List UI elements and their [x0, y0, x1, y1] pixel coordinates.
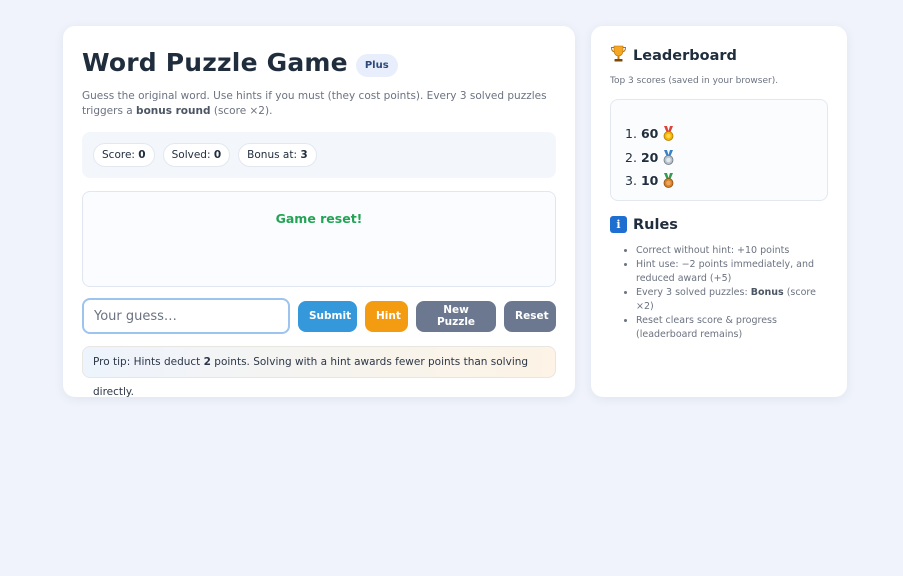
pro-tip: Pro tip: Hints deduct 2 points. Solving …: [82, 346, 556, 398]
entry-rank: 1.: [625, 126, 637, 141]
description-suffix: (score ×2).: [213, 105, 273, 117]
entry-rank: 3.: [625, 173, 637, 188]
rule-item: Every 3 solved puzzles: Bonus (score ×2): [636, 286, 828, 314]
leaderboard-entry: 2. 20: [625, 146, 675, 170]
stats-bar: Score: 0 Solved: 0 Bonus at: 3: [82, 132, 556, 178]
controls-row: Submit Hint New Puzzle Reset: [82, 298, 556, 334]
title-row: Word Puzzle Game Plus: [82, 48, 398, 77]
solved-value: 0: [213, 149, 222, 161]
plus-badge: Plus: [355, 54, 398, 77]
entry-score: 60: [640, 126, 659, 141]
submit-button[interactable]: Submit: [298, 300, 357, 332]
game-card: Word Puzzle Game Plus Guess the original…: [63, 26, 575, 398]
rule-item: Correct without hint: +10 points: [636, 244, 828, 258]
new-puzzle-button[interactable]: New Puzzle: [416, 300, 496, 332]
status-message: Game reset!: [275, 211, 363, 226]
leaderboard-entry: 1. 60: [625, 122, 675, 146]
bronze-medal-icon: [662, 173, 675, 189]
tip-prefix: Pro tip: Hints deduct: [93, 356, 201, 368]
rule-prefix: Every 3 solved puzzles:: [636, 287, 748, 298]
rules-title: Rules: [633, 216, 678, 233]
puzzle-area: Game reset!: [82, 191, 556, 287]
score-pill: Score: 0: [93, 143, 155, 167]
leaderboard-subtitle: Top 3 scores (saved in your browser).: [610, 76, 779, 86]
silver-medal-icon: [662, 149, 675, 165]
tip-bold: 2: [203, 356, 211, 368]
gold-medal-icon: [662, 126, 675, 142]
solved-pill: Solved: 0: [162, 143, 231, 167]
rule-bold: Bonus: [750, 287, 784, 298]
bonus-label: Bonus at:: [247, 149, 297, 161]
bonus-value: 3: [300, 149, 308, 161]
leaderboard-header: Leaderboard: [610, 45, 737, 66]
rule-item: Reset clears score & progress (leaderboa…: [636, 314, 828, 342]
leaderboard-box: 1. 60 2. 20 3. 10: [610, 99, 828, 201]
page-title: Word Puzzle Game: [82, 48, 348, 77]
score-label: Score:: [102, 149, 135, 161]
trophy-icon: [610, 45, 627, 66]
leaderboard-title: Leaderboard: [633, 47, 737, 64]
entry-score: 10: [640, 173, 659, 188]
bonus-round-text: bonus round: [136, 105, 211, 117]
hint-button[interactable]: Hint: [365, 300, 408, 332]
reset-button[interactable]: Reset: [504, 300, 556, 332]
solved-label: Solved:: [171, 149, 211, 161]
info-icon: i: [610, 216, 627, 233]
guess-input[interactable]: [82, 298, 290, 334]
score-value: 0: [138, 149, 146, 161]
entry-rank: 2.: [625, 149, 637, 165]
leaderboard-entry: 3. 10: [625, 169, 675, 193]
entry-score: 20: [640, 149, 659, 165]
leaderboard-list: 1. 60 2. 20 3. 10: [625, 122, 675, 193]
rule-item: Hint use: −2 points immediately, and red…: [636, 258, 828, 286]
rules-header: i Rules: [610, 216, 678, 233]
rules-list: Correct without hint: +10 points Hint us…: [636, 244, 828, 342]
bonus-pill: Bonus at: 3: [238, 143, 317, 167]
game-description: Guess the original word. Use hints if yo…: [82, 89, 562, 119]
side-card: Leaderboard Top 3 scores (saved in your …: [591, 26, 847, 397]
